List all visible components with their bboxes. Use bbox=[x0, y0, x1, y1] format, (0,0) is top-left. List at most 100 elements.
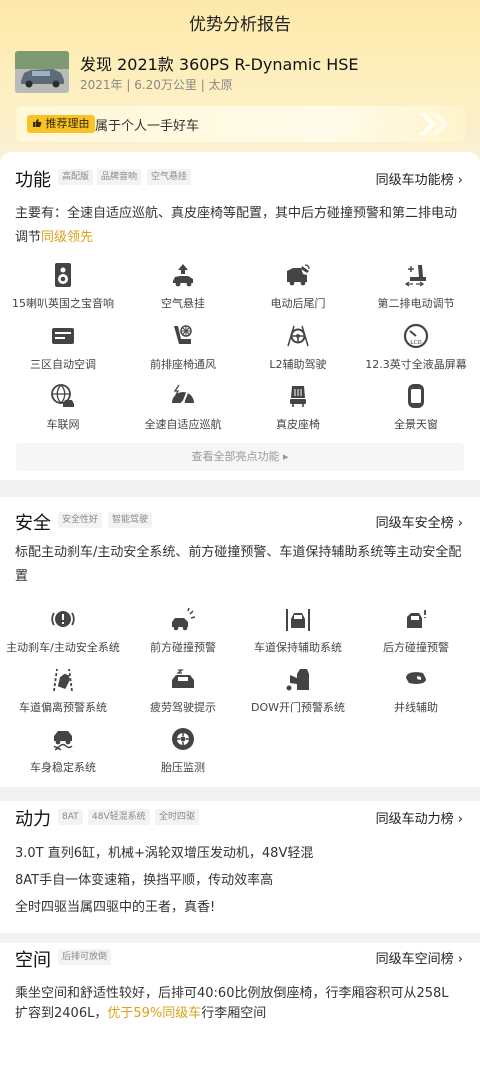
safety-item[interactable]: 胎压监测 bbox=[125, 726, 241, 775]
safety-label: 后方碰撞预警 bbox=[383, 641, 449, 654]
features-rank-link[interactable]: 同级车功能榜 › bbox=[376, 169, 463, 188]
safety-label: 主动刹车/主动安全系统 bbox=[6, 641, 120, 654]
air-conditioner-icon bbox=[52, 328, 74, 344]
power-chip: 全时四驱 bbox=[155, 809, 200, 825]
safety-label: 胎压监测 bbox=[161, 761, 205, 774]
car-name: 发现 2021款 360PS R-Dynamic HSE bbox=[80, 55, 359, 74]
safety-label: 并线辅助 bbox=[394, 701, 438, 714]
lane-departure-icon bbox=[53, 668, 73, 692]
space-desc-line1: 乘坐空间和舒适性较好，后排可40:60比例放倒座椅，行李厢容积可从258L bbox=[15, 986, 449, 1001]
feature-item[interactable]: LCD 12.3英寸全液晶屏幕 bbox=[358, 323, 474, 372]
brake-warning-icon bbox=[51, 611, 75, 627]
feature-item[interactable]: 全速自适应巡航 bbox=[125, 383, 241, 432]
safety-chip: 智能驾驶 bbox=[108, 512, 153, 528]
thumb-up-icon bbox=[32, 117, 46, 130]
feature-item[interactable]: 电动后尾门 bbox=[240, 262, 356, 311]
space-desc-text: 扩容到2406L， bbox=[15, 1006, 108, 1021]
feature-item[interactable]: 真皮座椅 bbox=[240, 383, 356, 432]
safety-description: 标配主动刹车/主动安全系统、前方碰撞预警、车道保持辅助系统等主动安全配置 bbox=[15, 545, 462, 584]
space-rank-link[interactable]: 同级车空间榜 › bbox=[376, 948, 463, 967]
recommend-tag-label: 推荐理由 bbox=[45, 117, 90, 130]
feature-label: 全景天窗 bbox=[394, 418, 438, 431]
blind-spot-icon bbox=[406, 672, 426, 684]
safety-label: 车道偏离预警系统 bbox=[19, 701, 107, 714]
space-desc-text: 行李厢空间 bbox=[201, 1006, 267, 1021]
air-suspension-icon bbox=[173, 264, 193, 287]
feature-label: 空气悬挂 bbox=[161, 297, 205, 310]
safety-item[interactable]: 车道偏离预警系统 bbox=[5, 666, 121, 715]
safety-label: DOW开门预警系统 bbox=[250, 701, 345, 714]
safety-item[interactable]: 车道保持辅助系统 bbox=[240, 606, 356, 655]
feature-label: 真皮座椅 bbox=[276, 418, 320, 431]
svg-text:LCD: LCD bbox=[410, 340, 421, 346]
feature-item[interactable]: 三区自动空调 bbox=[5, 323, 121, 372]
feature-label: 全速自适应巡航 bbox=[144, 418, 222, 431]
recommend-reason-bar: 推荐理由 属于个人一手好车 bbox=[16, 106, 465, 142]
power-seat-icon bbox=[404, 265, 426, 287]
section-title-features: 功能 bbox=[15, 170, 51, 191]
safety-label: 车道保持辅助系统 bbox=[254, 641, 342, 654]
safety-item[interactable]: 前方碰撞预警 bbox=[125, 606, 241, 655]
safety-item[interactable]: DOW开门预警系统 bbox=[240, 666, 356, 715]
recommend-text: 属于个人一手好车 bbox=[95, 119, 200, 134]
page-title: 优势分析报告 bbox=[189, 15, 291, 35]
feature-item[interactable]: 全景天窗 bbox=[358, 383, 474, 432]
stability-icon bbox=[53, 731, 73, 751]
feature-label: 电动后尾门 bbox=[270, 297, 326, 310]
safety-label: 疲劳驾驶提示 bbox=[150, 701, 216, 714]
power-rank-link[interactable]: 同级车动力榜 › bbox=[376, 808, 463, 827]
feature-label: 车联网 bbox=[46, 418, 80, 431]
feature-item[interactable]: 15喇叭英国之宝音响 bbox=[5, 262, 121, 311]
features-desc-highlight: 同级领先 bbox=[41, 230, 94, 245]
view-all-features-button[interactable]: 查看全部亮点功能 ▸ bbox=[16, 443, 464, 471]
section-title-safety: 安全 bbox=[15, 513, 51, 534]
feature-label: 前排座椅通风 bbox=[150, 358, 216, 371]
feature-item[interactable]: 空气悬挂 bbox=[125, 262, 241, 311]
globe-car-icon bbox=[51, 384, 74, 407]
chevron-decoration-icon bbox=[419, 113, 448, 135]
feature-label: 第二排电动调节 bbox=[377, 297, 455, 310]
section-title-power: 动力 bbox=[15, 809, 51, 830]
space-chip: 后排可放倒 bbox=[58, 949, 112, 965]
lcd-icon: LCD bbox=[403, 323, 429, 349]
feature-item[interactable]: 第二排电动调节 bbox=[358, 262, 474, 311]
speaker-icon bbox=[55, 263, 71, 287]
assisted-driving-icon bbox=[287, 325, 309, 347]
feature-item[interactable]: L2辅助驾驶 bbox=[240, 323, 356, 372]
rear-collision-icon bbox=[407, 610, 426, 628]
safety-item[interactable]: 后方碰撞预警 bbox=[358, 606, 474, 655]
power-chip: 48V轻混系统 bbox=[88, 809, 150, 825]
power-tailgate-icon bbox=[287, 264, 310, 286]
power-line: 3.0T 直列6缸，机械+涡轮双增压发动机，48V轻混 bbox=[15, 846, 314, 861]
feature-label: 三区自动空调 bbox=[30, 358, 96, 371]
safety-chip: 安全性好 bbox=[58, 512, 103, 528]
power-chip: 8AT bbox=[58, 809, 83, 825]
recommend-tag: 推荐理由 bbox=[27, 115, 95, 133]
features-section: 功能 高配版 品牌音响 空气悬挂 同级车功能榜 › 主要有：全速自适应巡航、真皮… bbox=[0, 152, 480, 480]
tire-pressure-icon bbox=[172, 728, 194, 750]
leather-seat-icon bbox=[290, 386, 306, 407]
safety-label: 车身稳定系统 bbox=[30, 761, 96, 774]
safety-section: 安全 安全性好 智能驾驶 同级车安全榜 › 标配主动刹车/主动安全系统、前方碰撞… bbox=[0, 497, 480, 787]
safety-item[interactable]: 并线辅助 bbox=[358, 666, 474, 715]
power-section: 动力 8AT 48V轻混系统 全时四驱 同级车动力榜 › 3.0T 直列6缸，机… bbox=[0, 801, 480, 933]
section-title-space: 空间 bbox=[15, 950, 51, 971]
feature-label: 15喇叭英国之宝音响 bbox=[12, 297, 114, 310]
section-divider bbox=[0, 787, 480, 801]
safety-item[interactable]: 主动刹车/主动安全系统 bbox=[5, 606, 121, 655]
door-open-warning-icon bbox=[286, 669, 309, 691]
feature-chip: 空气悬挂 bbox=[147, 169, 192, 185]
feature-item[interactable]: 前排座椅通风 bbox=[125, 323, 241, 372]
section-divider bbox=[0, 933, 480, 943]
feature-label: 12.3英寸全液晶屏幕 bbox=[365, 358, 467, 371]
safety-item[interactable]: 疲劳驾驶提示 bbox=[125, 666, 241, 715]
car-thumbnail[interactable] bbox=[15, 51, 69, 93]
safety-label: 前方碰撞预警 bbox=[150, 641, 216, 654]
safety-item[interactable]: 车身稳定系统 bbox=[5, 726, 121, 775]
safety-rank-link[interactable]: 同级车安全榜 › bbox=[376, 512, 463, 531]
space-desc-highlight: 优于59%同级车 bbox=[107, 1006, 202, 1021]
feature-item[interactable]: 车联网 bbox=[5, 383, 121, 432]
section-divider bbox=[0, 480, 480, 497]
feature-chip: 品牌音响 bbox=[97, 169, 142, 185]
lane-keep-icon bbox=[286, 609, 310, 631]
